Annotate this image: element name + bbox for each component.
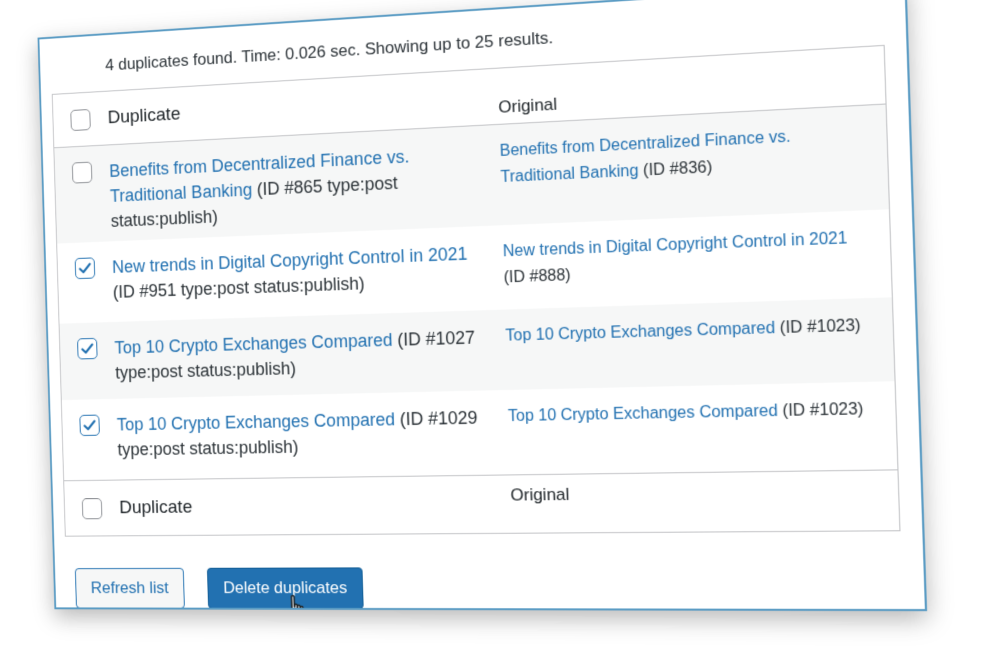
original-post-link[interactable]: New trends in Digital Copyright Control … (503, 230, 848, 261)
select-all-checkbox-bottom[interactable] (82, 498, 103, 519)
row-checkbox[interactable] (79, 415, 100, 436)
refresh-list-button[interactable]: Refresh list (75, 568, 185, 609)
original-post-link[interactable]: Top 10 Crypto Exchanges Compared (505, 320, 775, 345)
column-footer-original[interactable]: Original (510, 485, 569, 505)
hand-pointer-icon (283, 594, 311, 611)
column-header-original[interactable]: Original (498, 95, 557, 117)
original-post-meta: (ID #888) (503, 267, 571, 287)
duplicate-post-meta: (ID #951 type:post status:publish) (113, 273, 365, 301)
original-post-meta: (ID #836) (638, 159, 712, 180)
checkmark-icon (77, 260, 92, 276)
column-footer-duplicate[interactable]: Duplicate (119, 497, 193, 518)
duplicates-panel: 4 duplicates found. Time: 0.026 sec. Sho… (38, 0, 928, 611)
select-all-checkbox-top[interactable] (70, 108, 91, 130)
row-checkbox[interactable] (75, 257, 96, 279)
checkmark-icon (82, 417, 97, 433)
checkmark-icon (80, 341, 95, 357)
row-checkbox[interactable] (77, 338, 98, 360)
table-footer-row: Duplicate Original (64, 469, 899, 535)
row-checkbox[interactable] (72, 162, 93, 184)
screenshot-stage: 4 duplicates found. Time: 0.026 sec. Sho… (0, 0, 991, 656)
duplicate-post-link[interactable]: Top 10 Crypto Exchanges Compared (117, 409, 396, 434)
column-header-duplicate[interactable]: Duplicate (107, 104, 180, 128)
duplicate-post-link[interactable]: Top 10 Crypto Exchanges Compared (114, 330, 392, 357)
duplicates-table: Duplicate Original Benefits from Decentr… (52, 45, 901, 537)
original-post-link[interactable]: Top 10 Crypto Exchanges Compared (508, 403, 778, 426)
original-post-meta: (ID #1023) (775, 317, 861, 337)
original-post-meta: (ID #1023) (778, 401, 864, 420)
duplicate-post-link[interactable]: New trends in Digital Copyright Control … (112, 244, 468, 277)
